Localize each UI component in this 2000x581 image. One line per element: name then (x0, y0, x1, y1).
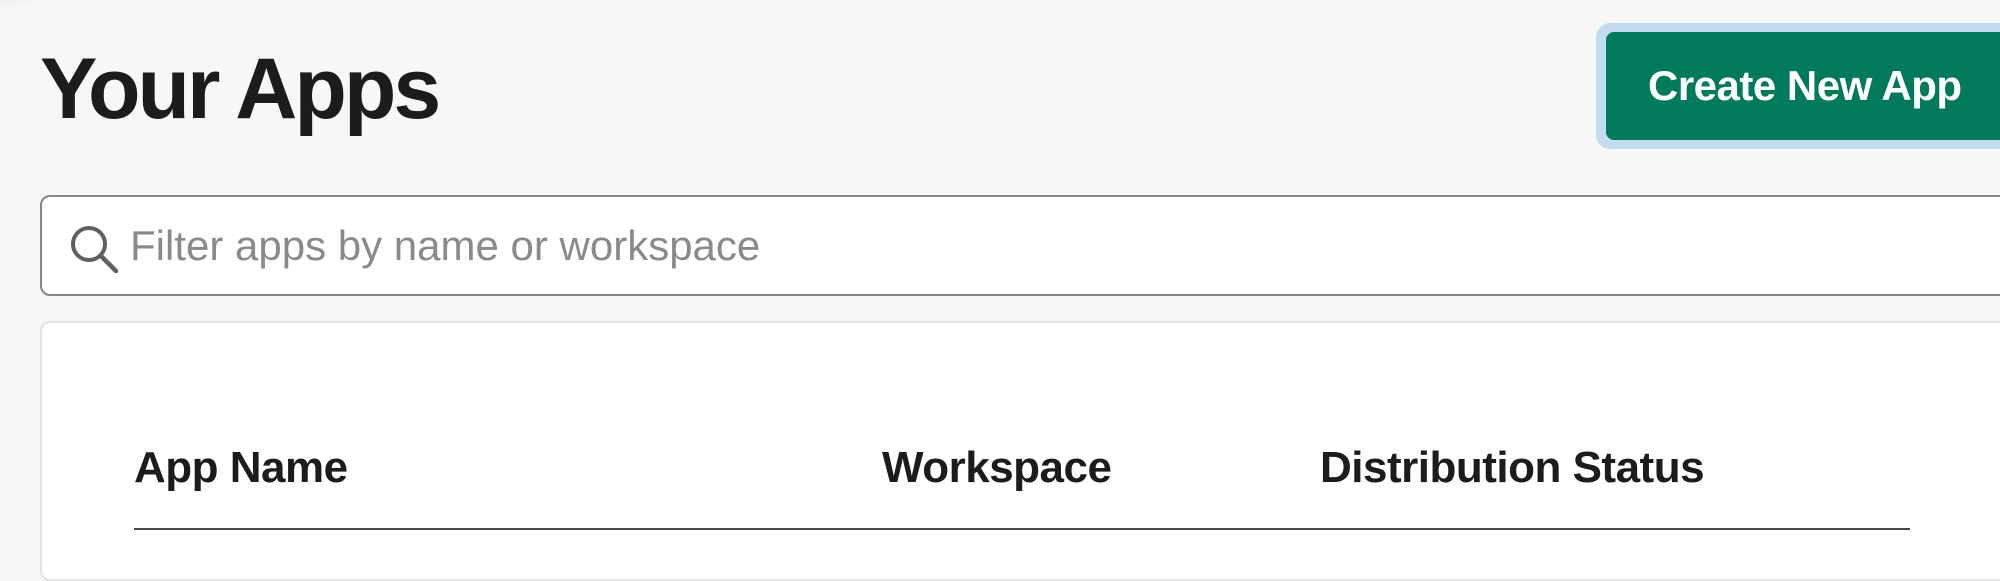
column-header-app-name[interactable]: App Name (134, 443, 348, 493)
search-input[interactable] (128, 197, 2000, 294)
search-box[interactable] (40, 195, 2000, 296)
header-divider (134, 528, 1910, 530)
page-title: Your Apps (40, 41, 441, 137)
apps-table-panel: App Name Workspace Distribution Status (40, 321, 2000, 581)
create-new-app-button[interactable]: Create New App (1606, 32, 2000, 140)
column-header-distribution-status[interactable]: Distribution Status (1320, 443, 1705, 493)
corner-shadow (0, 0, 50, 10)
table-header: App Name Workspace Distribution Status (42, 323, 2000, 579)
search-icon (66, 221, 122, 277)
column-header-workspace[interactable]: Workspace (882, 443, 1112, 493)
